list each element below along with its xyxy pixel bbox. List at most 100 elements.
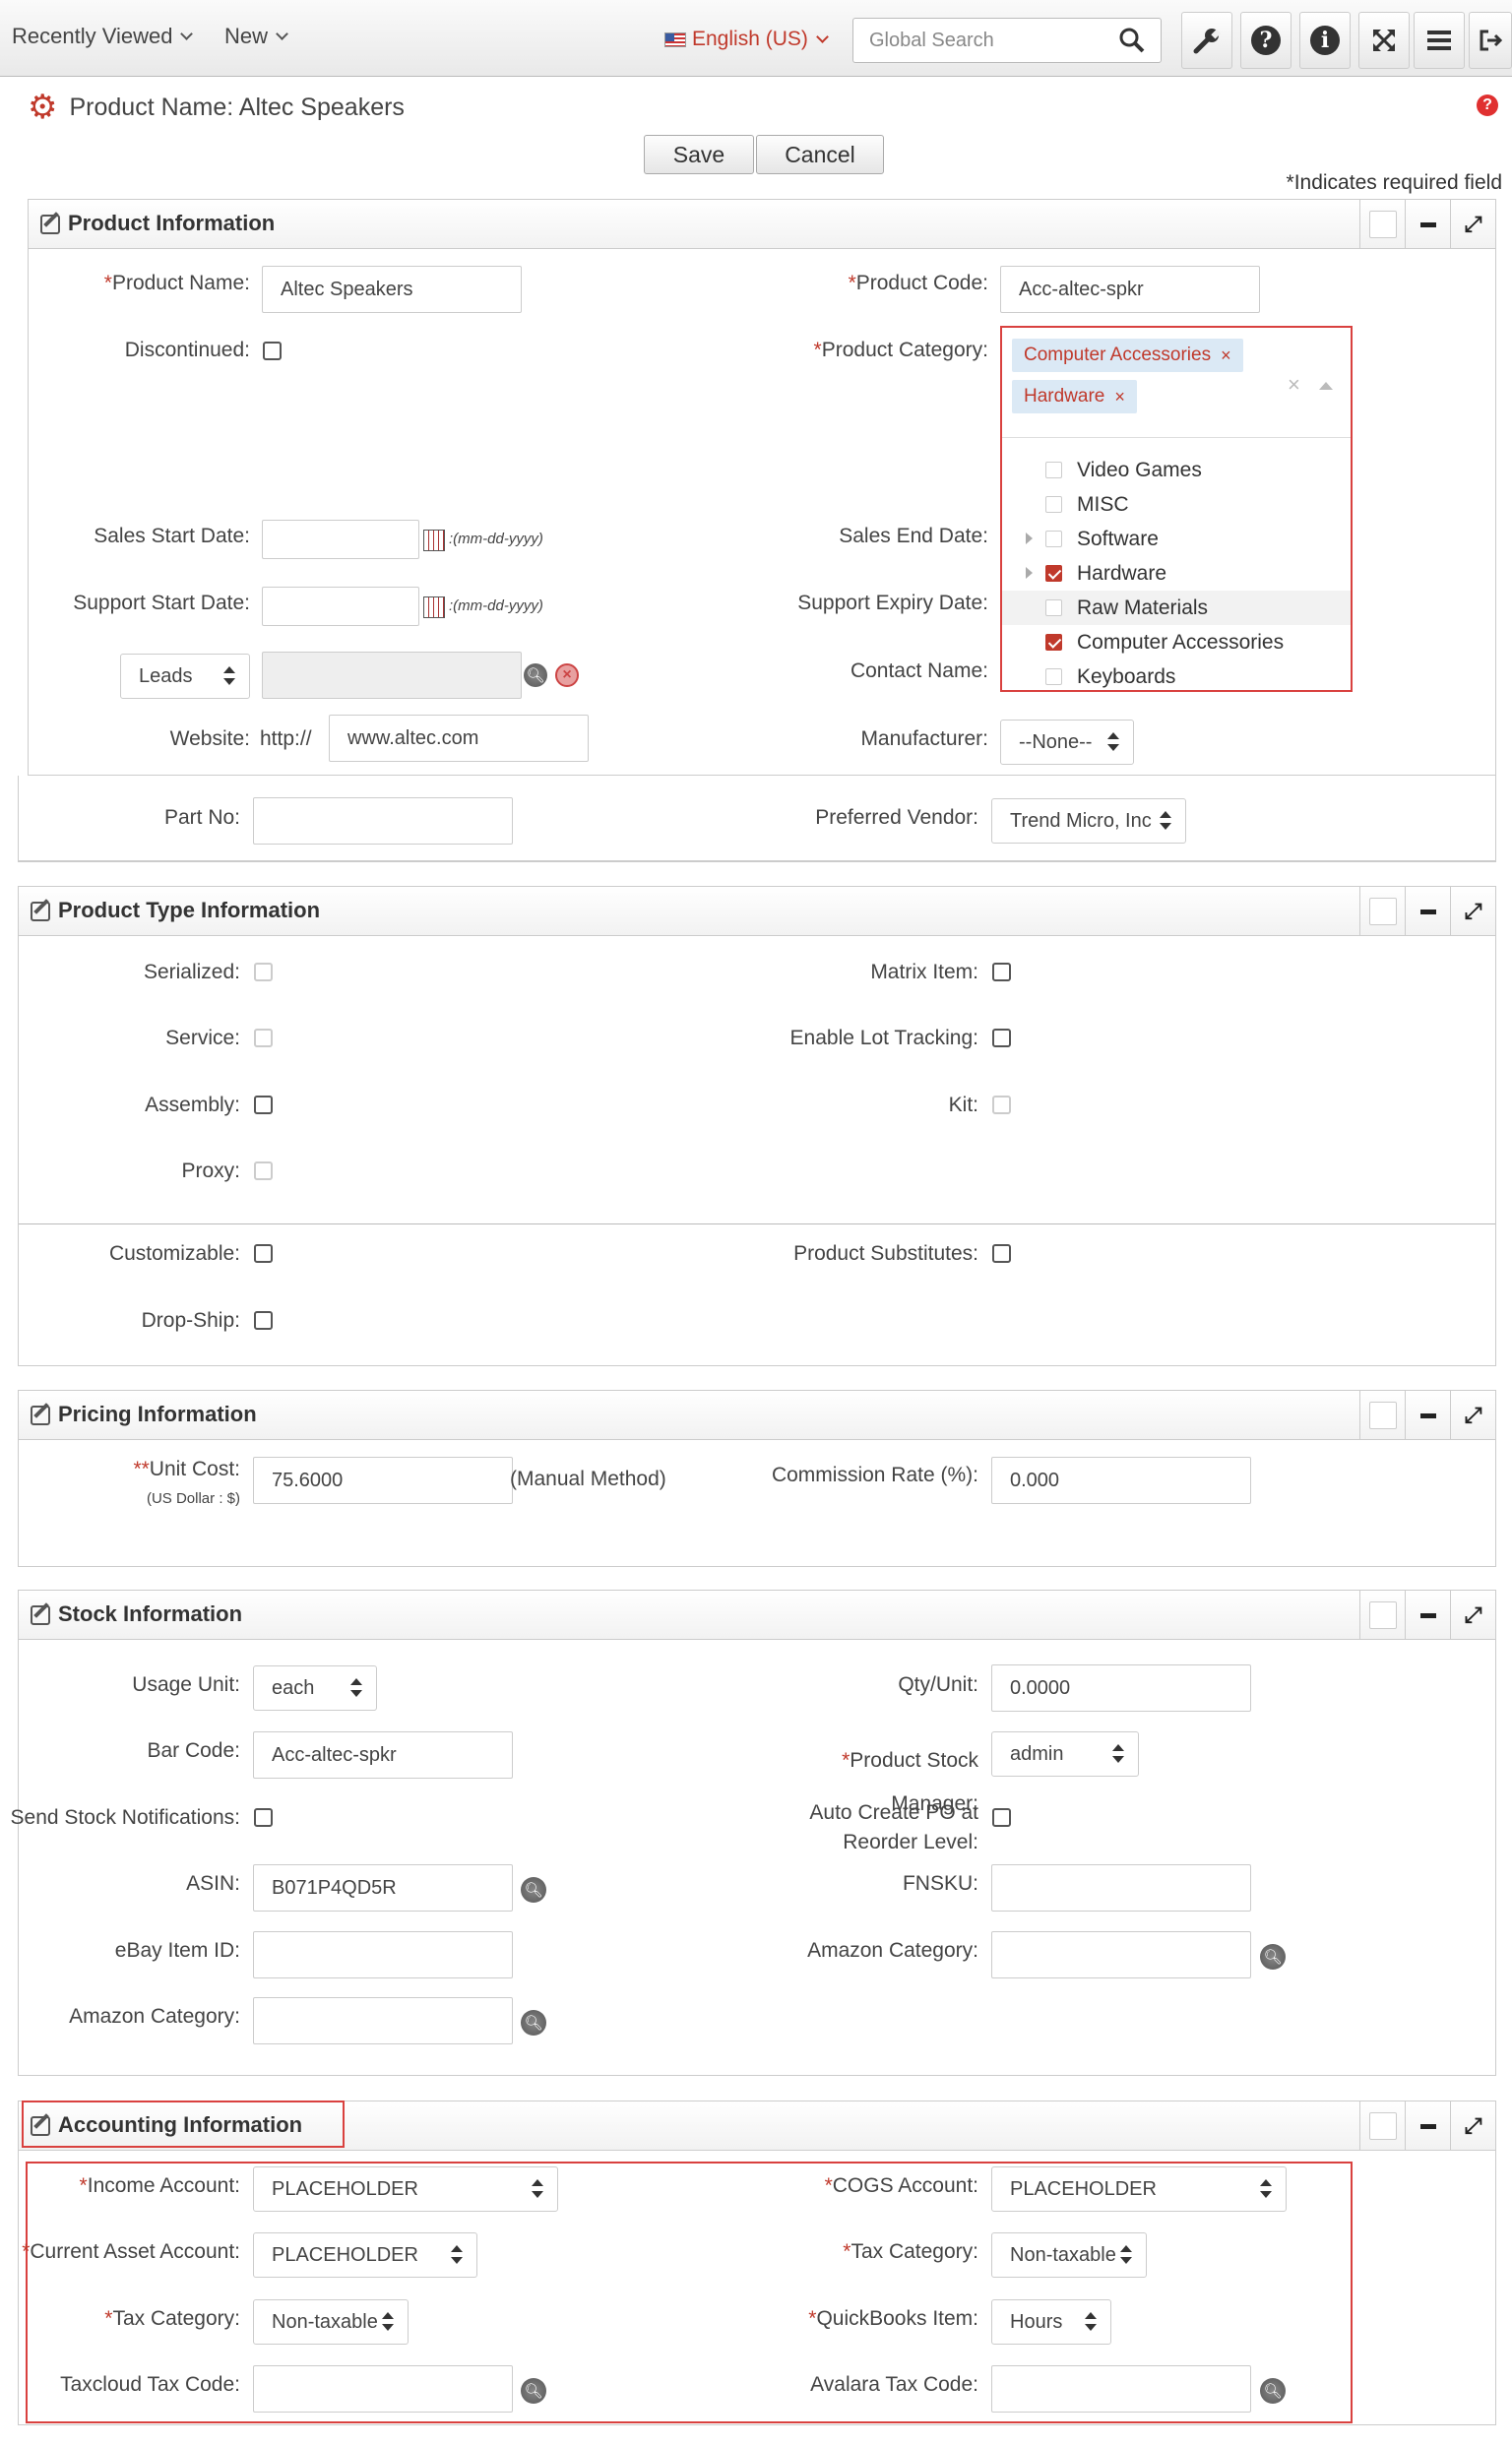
option-checkbox[interactable]: [1045, 565, 1062, 582]
panel-select-button[interactable]: [1359, 887, 1405, 936]
avalara-tax-code-input[interactable]: [991, 2365, 1251, 2413]
expand-button[interactable]: ⤢: [1450, 887, 1495, 936]
menu-button[interactable]: [1414, 12, 1465, 69]
amazon-category-input[interactable]: [991, 1931, 1251, 1978]
calendar-icon[interactable]: [423, 596, 445, 618]
panel-select-button[interactable]: [1359, 1591, 1405, 1640]
help-icon[interactable]: ?: [1477, 94, 1498, 116]
current-asset-account-select[interactable]: PLACEHOLDER: [253, 2232, 477, 2278]
category-option[interactable]: Keyboards: [1002, 659, 1351, 694]
product-substitutes-checkbox[interactable]: [992, 1244, 1011, 1263]
category-option[interactable]: Software: [1002, 522, 1351, 556]
unit-cost-input[interactable]: 75.6000: [253, 1457, 513, 1504]
product-category-dropdown[interactable]: Computer Accessories × Hardware × × Video …: [1002, 327, 1351, 691]
fullscreen-button[interactable]: [1358, 12, 1410, 69]
panel-select-button[interactable]: [1359, 2101, 1405, 2151]
collapse-button[interactable]: [1405, 1391, 1450, 1440]
related-module-select[interactable]: Leads: [120, 654, 250, 699]
search-lookup-icon[interactable]: 🔍︎: [521, 1877, 546, 1903]
global-search-input[interactable]: Global Search: [852, 18, 1162, 63]
search-lookup-icon[interactable]: 🔍︎: [521, 2378, 546, 2404]
taxcloud-tax-code-input[interactable]: [253, 2365, 513, 2413]
drop-ship-checkbox[interactable]: [254, 1311, 273, 1330]
support-start-date-input[interactable]: [262, 587, 419, 626]
cogs-account-select[interactable]: PLACEHOLDER: [991, 2166, 1287, 2212]
expand-button[interactable]: ⤢: [1450, 1591, 1495, 1640]
part-no-input[interactable]: [253, 797, 513, 845]
product-name-input[interactable]: Altec Speakers: [262, 266, 522, 313]
language-selector[interactable]: English (US): [664, 28, 829, 51]
category-option[interactable]: MISC: [1002, 487, 1351, 522]
auto-create-po-checkbox[interactable]: [992, 1808, 1011, 1827]
search-icon[interactable]: [1119, 28, 1145, 53]
category-tag[interactable]: Computer Accessories ×: [1012, 339, 1243, 372]
chevron-up-icon[interactable]: [1319, 382, 1333, 390]
lot-tracking-checkbox[interactable]: [992, 1029, 1011, 1047]
category-tag[interactable]: Hardware ×: [1012, 380, 1137, 413]
website-input[interactable]: www.altec.com: [329, 715, 589, 762]
income-account-select[interactable]: PLACEHOLDER: [253, 2166, 558, 2212]
option-checkbox[interactable]: [1045, 462, 1062, 478]
clear-icon[interactable]: ×: [555, 663, 579, 687]
panel-select-button[interactable]: [1359, 1391, 1405, 1440]
search-lookup-icon[interactable]: 🔍︎: [521, 2010, 546, 2036]
unit-cost-label: **Unit Cost:: [133, 1458, 240, 1480]
collapse-button[interactable]: [1405, 1591, 1450, 1640]
collapse-button[interactable]: [1405, 2101, 1450, 2151]
search-lookup-icon[interactable]: 🔍︎: [1260, 1944, 1286, 1970]
expand-button[interactable]: ⤢: [1450, 200, 1495, 249]
manufacturer-select[interactable]: --None--: [1000, 720, 1134, 765]
category-option[interactable]: Hardware: [1002, 556, 1351, 591]
customizable-checkbox[interactable]: [254, 1244, 273, 1263]
qty-unit-input[interactable]: 0.0000: [991, 1664, 1251, 1712]
amazon-category-input[interactable]: [253, 1997, 513, 2044]
discontinued-checkbox[interactable]: [263, 342, 282, 360]
expand-button[interactable]: ⤢: [1450, 2101, 1495, 2151]
help-button[interactable]: ?: [1240, 12, 1292, 69]
ebay-item-id-input[interactable]: [253, 1931, 513, 1978]
info-button[interactable]: i: [1299, 12, 1351, 69]
clear-all-icon[interactable]: ×: [1288, 372, 1300, 398]
sales-start-date-input[interactable]: [262, 520, 419, 559]
calendar-icon[interactable]: [423, 530, 445, 551]
commission-rate-input[interactable]: 0.000: [991, 1457, 1251, 1504]
bar-code-label: Bar Code:: [147, 1739, 240, 1762]
recently-viewed-menu[interactable]: Recently Viewed: [12, 24, 194, 49]
tools-button[interactable]: [1181, 12, 1232, 69]
usage-unit-select[interactable]: each: [253, 1665, 377, 1711]
send-stock-notifications-checkbox[interactable]: [254, 1808, 273, 1827]
option-checkbox[interactable]: [1045, 599, 1062, 616]
matrix-item-checkbox[interactable]: [992, 963, 1011, 981]
panel-select-button[interactable]: [1359, 200, 1405, 249]
cancel-button[interactable]: Cancel: [756, 135, 884, 174]
preferred-vendor-select[interactable]: Trend Micro, Inc: [991, 798, 1186, 844]
category-option[interactable]: Video Games: [1002, 453, 1351, 487]
new-menu[interactable]: New: [224, 24, 288, 49]
option-checkbox[interactable]: [1045, 634, 1062, 651]
remove-tag-icon[interactable]: ×: [1114, 387, 1125, 408]
expand-arrow-icon[interactable]: [1026, 567, 1033, 579]
category-option[interactable]: Raw Materials: [1002, 591, 1351, 625]
search-lookup-icon[interactable]: 🔍︎: [524, 663, 547, 687]
search-lookup-icon[interactable]: 🔍︎: [1260, 2378, 1286, 2404]
asin-input[interactable]: B071P4QD5R: [253, 1864, 513, 1912]
stock-manager-select[interactable]: admin: [991, 1731, 1139, 1777]
save-button[interactable]: Save: [644, 135, 754, 174]
collapse-button[interactable]: [1405, 887, 1450, 936]
quickbooks-item-select[interactable]: Hours: [991, 2299, 1111, 2345]
product-code-input[interactable]: Acc-altec-spkr: [1000, 266, 1260, 313]
bar-code-input[interactable]: Acc-altec-spkr: [253, 1731, 513, 1779]
remove-tag-icon[interactable]: ×: [1221, 345, 1231, 366]
expand-arrow-icon[interactable]: [1026, 533, 1033, 544]
assembly-checkbox[interactable]: [254, 1096, 273, 1114]
tax-category-select[interactable]: Non-taxable: [991, 2232, 1147, 2278]
fnsku-input[interactable]: [991, 1864, 1251, 1912]
option-checkbox[interactable]: [1045, 531, 1062, 547]
expand-button[interactable]: ⤢: [1450, 1391, 1495, 1440]
tax-category-select[interactable]: Non-taxable: [253, 2299, 409, 2345]
option-checkbox[interactable]: [1045, 496, 1062, 513]
category-option[interactable]: Computer Accessories: [1002, 625, 1351, 659]
option-checkbox[interactable]: [1045, 668, 1062, 685]
collapse-button[interactable]: [1405, 200, 1450, 249]
logout-button[interactable]: [1469, 12, 1512, 69]
